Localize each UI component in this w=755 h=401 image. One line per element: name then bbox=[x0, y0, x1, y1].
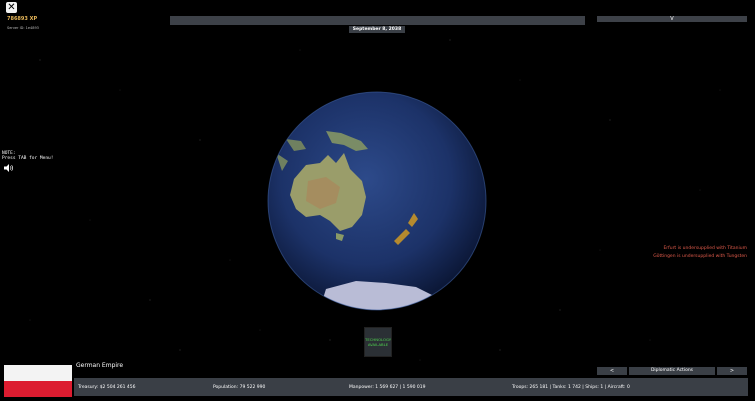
earth-globe[interactable] bbox=[266, 91, 488, 311]
diplomatic-actions-button[interactable]: Diplomatic Actions bbox=[629, 367, 715, 375]
alerts-list: Erfurt is undersupplied with Titanium Gö… bbox=[653, 245, 747, 261]
alert-item[interactable]: Erfurt is undersupplied with Titanium bbox=[653, 245, 747, 253]
previous-button[interactable]: < bbox=[597, 367, 627, 375]
close-icon: ✕ bbox=[7, 2, 16, 13]
game-date: September 8, 2038 bbox=[349, 26, 405, 33]
manpower-stat: Manpower: 1 569 627 | 1 590 019 bbox=[349, 385, 426, 390]
flag-red-stripe bbox=[4, 381, 72, 397]
next-button[interactable]: > bbox=[717, 367, 747, 375]
flag-white-stripe bbox=[4, 365, 72, 381]
country-name: German Empire bbox=[76, 362, 124, 369]
treasury-stat: Treasury: $2 504 261 456 bbox=[78, 385, 136, 390]
military-stat: Troops: 265 181 | Tanks: 1 742 | Ships: … bbox=[512, 385, 630, 390]
technology-available-button[interactable]: TECHNOLOGY AVAILABLE bbox=[364, 327, 392, 357]
speaker-icon[interactable] bbox=[4, 164, 14, 172]
close-button[interactable]: ✕ bbox=[6, 2, 17, 13]
country-flag[interactable] bbox=[4, 365, 72, 397]
collapse-toggle-button[interactable]: V bbox=[597, 16, 747, 22]
note-text: NOTE: Press TAB for Menu! bbox=[2, 151, 53, 161]
server-id: Server ID: 1e4893 bbox=[7, 26, 39, 30]
population-stat: Population: 79 522 990 bbox=[213, 385, 266, 390]
alert-item[interactable]: Göttingen is undersupplied with Tungsten bbox=[653, 253, 747, 261]
technology-label-2: AVAILABLE bbox=[367, 342, 389, 347]
xp-counter: 786893 XP bbox=[7, 16, 38, 22]
note-line-2: Press TAB for Menu! bbox=[2, 156, 54, 161]
top-progress-bar bbox=[170, 16, 585, 25]
